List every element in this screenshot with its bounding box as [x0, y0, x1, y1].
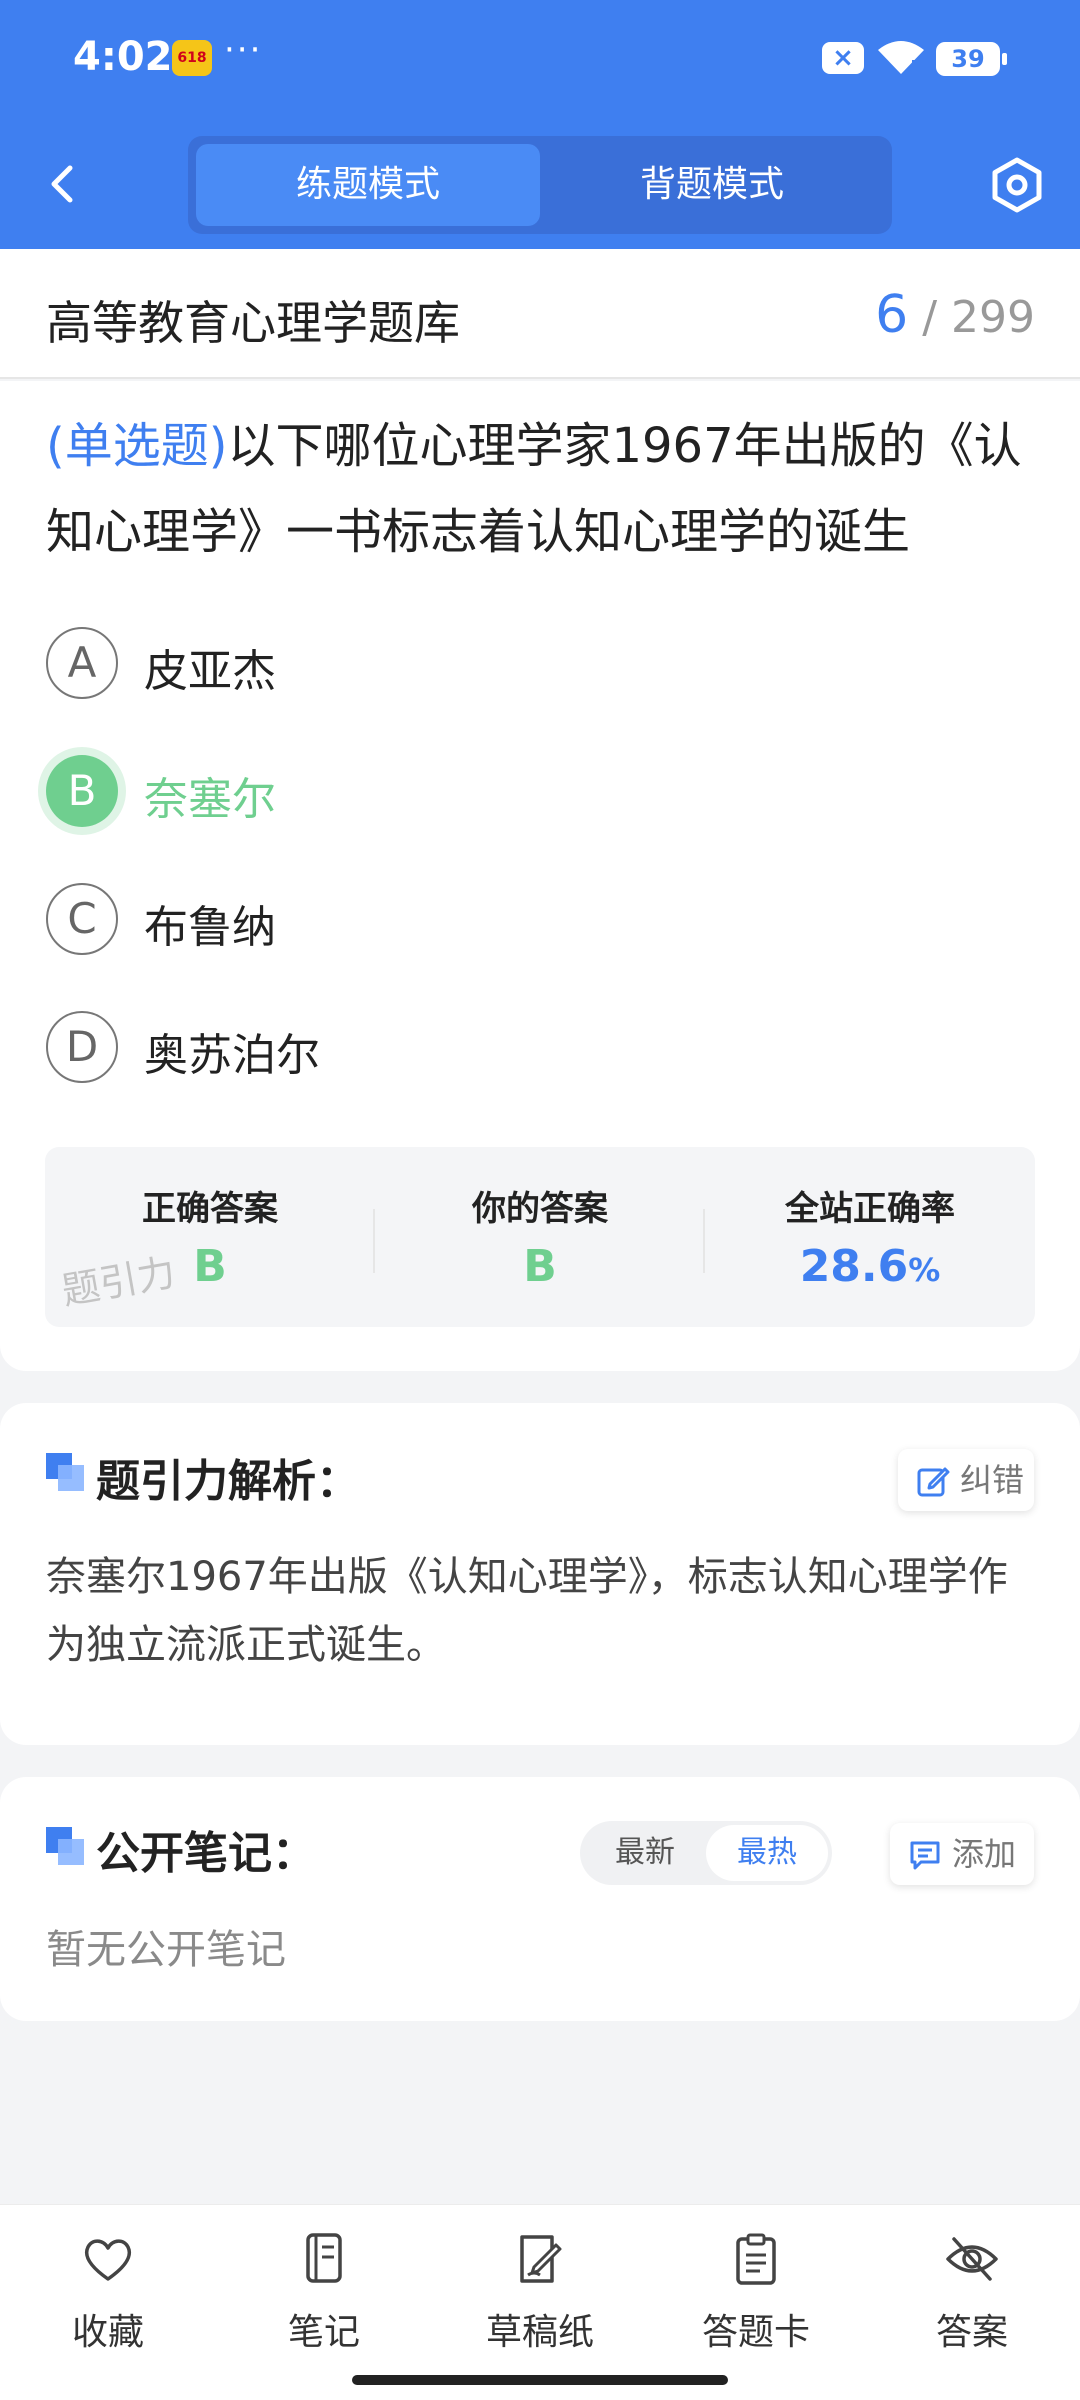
- option-text: 奈塞尔: [144, 774, 276, 825]
- analysis-card: 题引力解析： 纠错 奈塞尔1967年出版《认知心理学》，标志认知心理学作为独立流…: [0, 1403, 1080, 1745]
- option-text: 奥苏泊尔: [144, 1030, 320, 1081]
- accuracy-unit: %: [908, 1251, 941, 1289]
- nav-header: 练题模式 背题模式: [0, 118, 1080, 249]
- heart-icon: [84, 2239, 132, 2281]
- bottom-toolbar: 收藏 笔记 草稿纸 答题卡 答案: [0, 2204, 1080, 2400]
- notes-title: 公开笔记：: [96, 1828, 316, 1879]
- accuracy-value: 28.6%: [705, 1241, 1035, 1292]
- total-question-count: 299: [951, 292, 1035, 343]
- analysis-title: 题引力解析：: [96, 1456, 360, 1507]
- correct-answer-label: 正确答案: [142, 1189, 278, 1229]
- your-answer-stat: 你的答案 B: [375, 1147, 705, 1327]
- current-question-number: 6: [875, 285, 909, 345]
- question-progress: 6 / 299: [875, 285, 1035, 345]
- app-notification-icon: 618: [172, 40, 212, 76]
- report-error-label: 纠错: [960, 1461, 1025, 1499]
- wifi-icon: [878, 41, 924, 74]
- clipboard-icon: [736, 2233, 776, 2285]
- accuracy-stat: 全站正确率 28.6%: [705, 1147, 1035, 1327]
- answer-sheet-button[interactable]: 答题卡: [676, 2231, 836, 2361]
- show-answer-label: 答案: [935, 2312, 1008, 2353]
- notes-label: 笔记: [287, 2312, 360, 2353]
- battery-icon: 39: [936, 42, 1007, 76]
- option-a[interactable]: A 皮亚杰: [46, 627, 1026, 703]
- status-time: 4:02: [73, 34, 173, 80]
- home-indicator[interactable]: [352, 2375, 728, 2385]
- scratch-paper-label: 草稿纸: [485, 2312, 594, 2353]
- accuracy-number: 28.6: [799, 1241, 909, 1292]
- option-c[interactable]: C 布鲁纳: [46, 883, 1026, 959]
- tab-memorize-mode[interactable]: 背题模式: [540, 144, 884, 226]
- add-note-label: 添加: [952, 1835, 1017, 1873]
- settings-icon[interactable]: [988, 156, 1046, 214]
- answer-sheet-label: 答题卡: [701, 2312, 810, 2353]
- favorite-label: 收藏: [71, 2312, 144, 2353]
- answer-stats-panel: 正确答案 B 你的答案 B 全站正确率 28.6% 题引力: [45, 1147, 1035, 1327]
- progress-separator: /: [922, 292, 938, 343]
- empty-notes-text: 暂无公开笔记: [46, 1927, 286, 1973]
- notes-button[interactable]: 笔记: [244, 2231, 404, 2361]
- edit-icon: [917, 1467, 950, 1497]
- top-header-area: 4:02 618 ··· × 39 练题模式 背题模式: [0, 0, 1080, 249]
- draft-icon: [520, 2235, 562, 2283]
- question-bank-title-row: 高等教育心理学题库 6 / 299: [0, 249, 1080, 379]
- show-answer-button[interactable]: 答案: [892, 2231, 1052, 2361]
- option-d[interactable]: D 奥苏泊尔: [46, 1011, 1026, 1087]
- status-bar: 4:02 618 ··· × 39: [0, 0, 1080, 118]
- page-title: 高等教育心理学题库: [46, 296, 460, 350]
- add-note-button[interactable]: 添加: [890, 1823, 1034, 1885]
- section-icon: [46, 1827, 84, 1865]
- eye-off-icon: [946, 2237, 998, 2281]
- public-notes-card: 公开笔记： 最新 最热 添加 暂无公开笔记: [0, 1777, 1080, 2021]
- option-text: 皮亚杰: [144, 646, 276, 697]
- your-answer-value: B: [523, 1241, 557, 1292]
- favorite-button[interactable]: 收藏: [28, 2231, 188, 2361]
- section-icon: [46, 1453, 84, 1491]
- option-letter: B: [46, 755, 118, 827]
- scratch-paper-button[interactable]: 草稿纸: [460, 2231, 620, 2361]
- option-b[interactable]: B 奈塞尔: [46, 755, 1026, 831]
- sort-newest[interactable]: 最新: [584, 1825, 706, 1881]
- close-notification-icon: ×: [822, 42, 864, 74]
- back-button[interactable]: [36, 156, 92, 212]
- option-letter: C: [46, 883, 118, 955]
- more-notifications-icon: ···: [224, 30, 263, 70]
- report-error-button[interactable]: 纠错: [898, 1449, 1034, 1511]
- analysis-text: 奈塞尔1967年出版《认知心理学》，标志认知心理学作为独立流派正式诞生。: [46, 1554, 1008, 1668]
- tab-practice-mode[interactable]: 练题模式: [196, 144, 540, 226]
- mode-switch: 练题模式 背题模式: [188, 136, 892, 234]
- sort-hottest[interactable]: 最热: [706, 1825, 828, 1881]
- option-letter: D: [46, 1011, 118, 1083]
- notebook-icon: [306, 2233, 342, 2283]
- option-letter: A: [46, 627, 118, 699]
- notes-sort-toggle: 最新 最热: [580, 1821, 832, 1885]
- accuracy-label: 全站正确率: [785, 1189, 955, 1229]
- your-answer-label: 你的答案: [472, 1189, 608, 1229]
- option-text: 布鲁纳: [144, 902, 276, 953]
- options-layer: A 皮亚杰 B 奈塞尔 C 布鲁纳 D 奥苏泊尔 正确答案 B 你的答案 B 全…: [0, 381, 1080, 1371]
- comment-icon: [910, 1841, 940, 1870]
